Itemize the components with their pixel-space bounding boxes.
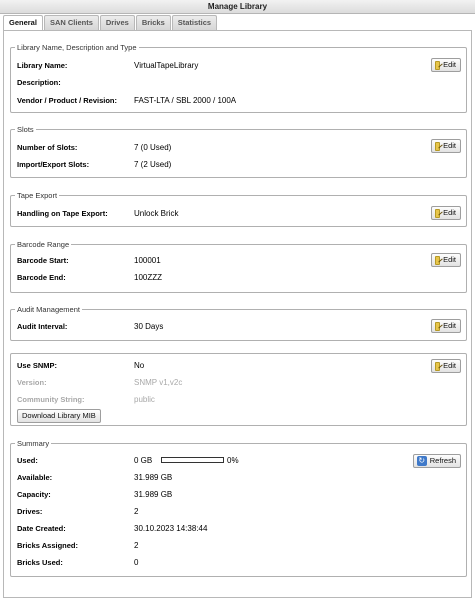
- refresh-button-label: Refresh: [429, 456, 456, 465]
- audit-edit-button[interactable]: Edit: [431, 319, 461, 333]
- bricks-assigned-label: Bricks Assigned:: [17, 541, 78, 550]
- slots-edit-button[interactable]: Edit: [431, 139, 461, 153]
- used-percent: 0%: [227, 456, 239, 465]
- vendor-label: Vendor / Product / Revision:: [17, 96, 118, 105]
- barcode-start-label: Barcode Start:: [17, 256, 69, 265]
- barcode-legend: Barcode Range: [15, 239, 72, 250]
- used-progress-bar: [161, 457, 224, 463]
- vendor-value: FAST-LTA / SBL 2000 / 100A: [134, 96, 237, 105]
- handling-value: Unlock Brick: [134, 209, 179, 218]
- audit-group: Audit Management Audit Interval: 30 Days…: [10, 304, 467, 341]
- barcode-start-value: 100001: [134, 256, 161, 265]
- bricks-used-value: 0: [134, 558, 139, 567]
- edit-button-label: Edit: [443, 255, 456, 264]
- download-mib-button[interactable]: Download Library MIB: [17, 409, 101, 423]
- library-name-value: VirtualTapeLibrary: [134, 61, 199, 70]
- barcode-end-value: 100ZZZ: [134, 273, 163, 282]
- bricks-used-label: Bricks Used:: [17, 558, 63, 567]
- available-label: Available:: [17, 473, 53, 482]
- tape-export-legend: Tape Export: [15, 190, 60, 201]
- used-value-wrap: 0 GB 0%: [134, 455, 274, 466]
- snmp-version-value: SNMP v1,v2c: [134, 378, 183, 387]
- barcode-end-label: Barcode End:: [17, 273, 66, 282]
- barcode-group: Barcode Range Barcode Start: 100001 Barc…: [10, 239, 467, 293]
- library-group: Library Name, Description and Type Libra…: [10, 42, 467, 113]
- audit-legend: Audit Management: [15, 304, 82, 315]
- slots-group: Slots Number of Slots: 7 (0 Used) Import…: [10, 124, 467, 178]
- tape-export-group: Tape Export Handling on Tape Export: Unl…: [10, 190, 467, 227]
- capacity-label: Capacity:: [17, 490, 51, 499]
- edit-button-label: Edit: [443, 208, 456, 217]
- date-created-value: 30.10.2023 14:38:44: [134, 524, 208, 533]
- tab-san-clients[interactable]: SAN Clients: [43, 15, 99, 30]
- pencil-icon: [435, 321, 441, 331]
- snmp-edit-button[interactable]: Edit: [431, 359, 461, 373]
- snmp-group: Use SNMP: No Version: SNMP v1,v2c Commun…: [10, 353, 467, 426]
- snmp-version-label: Version:: [17, 378, 47, 387]
- edit-button-label: Edit: [443, 60, 456, 69]
- use-snmp-label: Use SNMP:: [17, 361, 58, 370]
- bricks-assigned-value: 2: [134, 541, 139, 550]
- tab-bar: General SAN Clients Drives Bricks Statis…: [3, 15, 218, 31]
- refresh-icon: ↻: [416, 456, 427, 466]
- drives-value: 2: [134, 507, 139, 516]
- capacity-value: 31.989 GB: [134, 490, 173, 499]
- number-of-slots-label: Number of Slots:: [17, 143, 78, 152]
- used-label: Used:: [17, 456, 38, 465]
- pencil-icon: [435, 60, 441, 70]
- edit-button-label: Edit: [443, 321, 456, 330]
- import-export-slots-value: 7 (2 Used): [134, 160, 172, 169]
- refresh-button[interactable]: ↻ Refresh: [412, 454, 461, 468]
- date-created-label: Date Created:: [17, 524, 66, 533]
- used-value: 0 GB: [134, 456, 153, 465]
- pencil-icon: [435, 208, 441, 218]
- community-string-value: public: [134, 395, 155, 404]
- pencil-icon: [435, 255, 441, 265]
- tape-export-edit-button[interactable]: Edit: [431, 206, 461, 220]
- drives-label: Drives:: [17, 507, 43, 516]
- library-name-label: Library Name:: [17, 61, 68, 70]
- library-edit-button[interactable]: Edit: [431, 58, 461, 72]
- summary-legend: Summary: [15, 438, 52, 449]
- edit-button-label: Edit: [443, 361, 456, 370]
- tab-general[interactable]: General: [3, 15, 43, 31]
- use-snmp-value: No: [134, 361, 145, 370]
- general-panel: Library Name, Description and Type Libra…: [3, 30, 472, 598]
- tab-bricks[interactable]: Bricks: [135, 15, 171, 30]
- number-of-slots-value: 7 (0 Used): [134, 143, 172, 152]
- community-string-label: Community String:: [17, 395, 85, 404]
- edit-button-label: Edit: [443, 141, 456, 150]
- pencil-icon: [435, 141, 441, 151]
- summary-group: Summary Used: 0 GB 0% Available: 31.989 …: [10, 438, 467, 577]
- tab-statistics[interactable]: Statistics: [171, 15, 218, 30]
- pencil-icon: [435, 361, 441, 371]
- available-value: 31.989 GB: [134, 473, 173, 482]
- audit-interval-value: 30 Days: [134, 322, 164, 331]
- slots-legend: Slots: [15, 124, 36, 135]
- window-title: Manage Library: [0, 0, 475, 14]
- description-label: Description:: [17, 78, 61, 87]
- handling-label: Handling on Tape Export:: [17, 209, 108, 218]
- library-legend: Library Name, Description and Type: [15, 42, 139, 53]
- tab-drives[interactable]: Drives: [99, 15, 135, 30]
- import-export-slots-label: Import/Export Slots:: [17, 160, 90, 169]
- barcode-edit-button[interactable]: Edit: [431, 253, 461, 267]
- audit-interval-label: Audit Interval:: [17, 322, 68, 331]
